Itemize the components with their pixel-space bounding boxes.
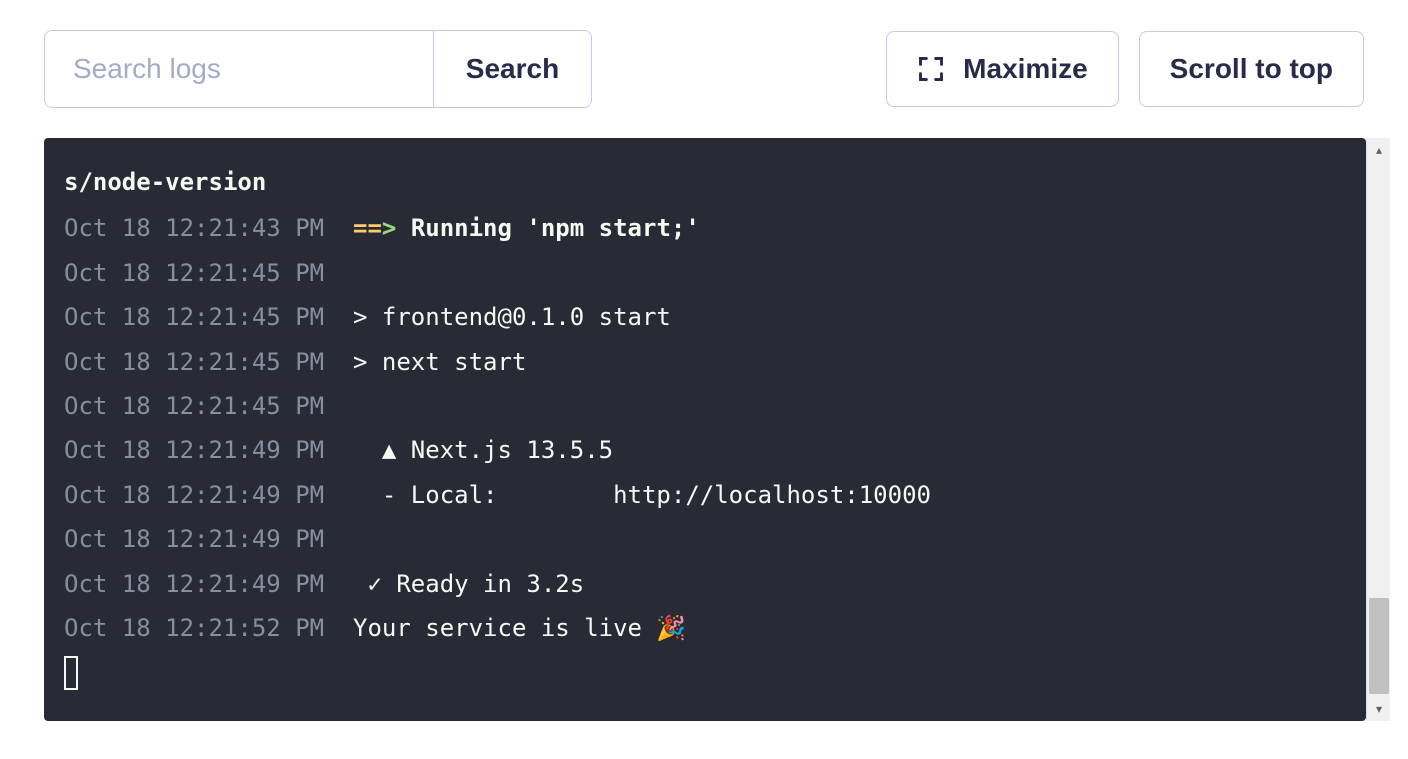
log-timestamp: Oct 18 12:21:45 PM (64, 392, 324, 420)
log-line: Oct 18 12:21:49 PM ✓ Ready in 3.2s (64, 562, 1346, 606)
log-line: Oct 18 12:21:45 PM > frontend@0.1.0 star… (64, 295, 1346, 339)
scrollbar-track[interactable]: ▴ ▾ (1366, 138, 1390, 721)
log-timestamp: Oct 18 12:21:45 PM (64, 303, 324, 331)
log-timestamp: Oct 18 12:21:49 PM (64, 481, 324, 509)
log-timestamp: Oct 18 12:21:52 PM (64, 614, 324, 642)
search-button[interactable]: Search (433, 31, 591, 107)
log-line: Oct 18 12:21:45 PM > next start (64, 340, 1346, 384)
log-message: - Local: http://localhost:10000 (353, 481, 931, 509)
log-message: > next start (353, 348, 526, 376)
log-viewer-wrapper: s/node-version Oct 18 12:21:43 PM ==> Ru… (44, 138, 1390, 721)
toolbar-right: Maximize Scroll to top (886, 31, 1364, 107)
log-timestamp: Oct 18 12:21:49 PM (64, 570, 324, 598)
maximize-icon (917, 55, 945, 83)
scroll-top-label: Scroll to top (1170, 53, 1333, 85)
maximize-button[interactable]: Maximize (886, 31, 1119, 107)
log-message: > frontend@0.1.0 start (353, 303, 671, 331)
search-input[interactable] (45, 31, 433, 107)
log-message: Running 'npm start;' (411, 214, 700, 242)
terminal-cursor (64, 656, 78, 690)
log-lines-container: Oct 18 12:21:43 PM ==> Running 'npm star… (64, 206, 1346, 650)
search-group: Search (44, 30, 592, 108)
maximize-label: Maximize (963, 53, 1088, 85)
log-timestamp: Oct 18 12:21:43 PM (64, 214, 324, 242)
log-line: Oct 18 12:21:49 PM ▲ Next.js 13.5.5 (64, 428, 1346, 472)
log-line: Oct 18 12:21:45 PM (64, 384, 1346, 428)
log-line: Oct 18 12:21:45 PM (64, 251, 1346, 295)
log-viewer[interactable]: s/node-version Oct 18 12:21:43 PM ==> Ru… (44, 138, 1366, 721)
log-line: Oct 18 12:21:43 PM ==> Running 'npm star… (64, 206, 1346, 250)
log-toolbar: Search Maximize Scroll to top (44, 30, 1390, 108)
log-message: Your service is live 🎉 (353, 614, 686, 642)
log-message: ✓ Ready in 3.2s (353, 570, 584, 598)
log-header: s/node-version (64, 160, 1346, 204)
toolbar-left: Search (44, 30, 592, 108)
log-line: Oct 18 12:21:49 PM - Local: http://local… (64, 473, 1346, 517)
scrollbar-up-arrow[interactable]: ▴ (1367, 138, 1391, 162)
scrollbar-down-arrow[interactable]: ▾ (1367, 697, 1391, 721)
scroll-to-top-button[interactable]: Scroll to top (1139, 31, 1364, 107)
log-timestamp: Oct 18 12:21:49 PM (64, 525, 324, 553)
log-message: ▲ Next.js 13.5.5 (353, 436, 613, 464)
scrollbar-thumb[interactable] (1369, 598, 1389, 694)
log-timestamp: Oct 18 12:21:45 PM (64, 348, 324, 376)
log-arrow-icon: ==> (353, 214, 396, 242)
log-line: Oct 18 12:21:49 PM (64, 517, 1346, 561)
log-timestamp: Oct 18 12:21:49 PM (64, 436, 324, 464)
log-timestamp: Oct 18 12:21:45 PM (64, 259, 324, 287)
log-line: Oct 18 12:21:52 PM Your service is live … (64, 606, 1346, 650)
